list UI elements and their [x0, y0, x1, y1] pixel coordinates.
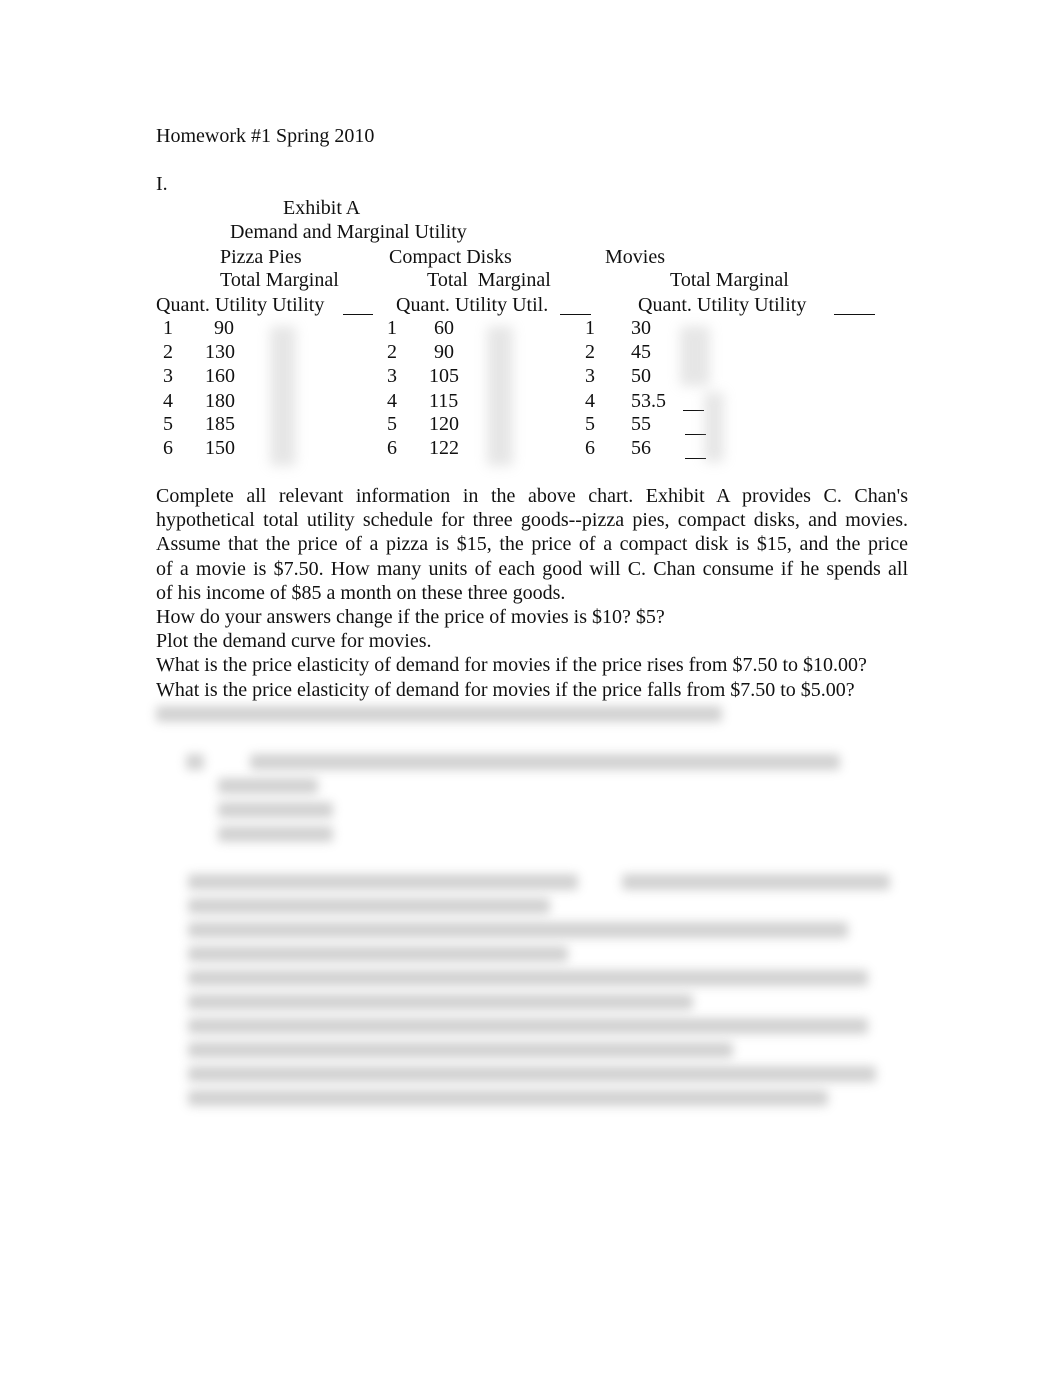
movies-answer-blank	[683, 396, 704, 411]
cd-quantity: 4	[387, 390, 397, 412]
movies-quantity: 5	[585, 413, 595, 435]
pizza-quantity: 2	[163, 341, 173, 363]
movies-total-utility: 50	[631, 365, 651, 387]
movies-total-utility: 53.5	[631, 390, 666, 412]
good-name-pizza: Pizza Pies	[220, 246, 302, 268]
pizza-total-utility: 150	[205, 437, 235, 459]
movies-answer-blank	[685, 444, 706, 459]
movies-quantity: 3	[585, 365, 595, 387]
movies-total-utility: 45	[631, 341, 651, 363]
paragraph-line: of a movie is $7.50. How many units of e…	[156, 557, 908, 580]
movies-total-utility: 30	[631, 317, 651, 339]
cd-header-line1: Total Marginal	[427, 269, 551, 291]
cd-total-utility: 122	[429, 437, 459, 459]
document-title: Homework #1 Spring 2010	[156, 125, 375, 147]
pizza-quantity: 5	[163, 413, 173, 435]
good-name-compact-disks: Compact Disks	[389, 246, 512, 268]
cd-quantity: 1	[387, 317, 397, 339]
pizza-blank-column-line	[343, 300, 373, 315]
pizza-total-utility: 160	[205, 365, 235, 387]
movies-quantity: 6	[585, 437, 595, 459]
exhibit-title: Exhibit A	[283, 197, 361, 219]
pizza-total-utility: 180	[205, 390, 235, 412]
good-name-movies: Movies	[605, 246, 665, 268]
pizza-quantity: 1	[163, 317, 173, 339]
movies-header-line2: Quant. Utility Utility	[638, 294, 807, 316]
pizza-header-line1: Total Marginal	[220, 269, 339, 291]
cd-quantity: 3	[387, 365, 397, 387]
cd-total-utility: 90	[434, 341, 454, 363]
exhibit-subtitle: Demand and Marginal Utility	[230, 221, 467, 243]
question: What is the price elasticity of demand f…	[156, 678, 855, 701]
question: What is the price elasticity of demand f…	[156, 654, 867, 677]
movies-total-utility: 56	[631, 437, 651, 459]
pizza-total-utility: 130	[205, 341, 235, 363]
pizza-total-utility: 90	[214, 317, 234, 339]
movies-quantity: 4	[585, 390, 595, 412]
question: How do your answers change if the price …	[156, 606, 665, 629]
pizza-quantity: 4	[163, 390, 173, 412]
paragraph-line: of his income of $85 a month on these th…	[156, 581, 566, 604]
cd-quantity: 5	[387, 413, 397, 435]
section-number: I.	[156, 173, 168, 195]
pizza-quantity: 3	[163, 365, 173, 387]
paragraph-line: Complete all relevant information in the…	[156, 485, 908, 507]
question: Plot the demand curve for movies.	[156, 630, 432, 653]
movies-quantity: 2	[585, 341, 595, 363]
cd-quantity: 6	[387, 437, 397, 459]
cd-header-line2: Quant. Utility Util.	[396, 294, 549, 316]
pizza-quantity: 6	[163, 437, 173, 459]
movies-answer-blank	[685, 420, 706, 435]
paragraph-line: hypothetical total utility schedule for …	[156, 509, 908, 532]
cd-total-utility: 115	[429, 390, 459, 412]
paragraph-line: Assume that the price of a pizza is $15,…	[156, 533, 908, 556]
movies-blank-column-line	[834, 300, 875, 315]
movies-quantity: 1	[585, 317, 595, 339]
cd-total-utility: 120	[429, 413, 459, 435]
cd-blank-column-line	[560, 300, 591, 315]
problem-paragraph: Complete all relevant information in the…	[156, 484, 908, 702]
cd-quantity: 2	[387, 341, 397, 363]
cd-total-utility: 105	[429, 365, 459, 387]
movies-header-line1: Total Marginal	[670, 269, 789, 291]
cd-total-utility: 60	[434, 317, 454, 339]
pizza-total-utility: 185	[205, 413, 235, 435]
pizza-header-line2: Quant. Utility Utility	[156, 294, 325, 316]
movies-total-utility: 55	[631, 413, 651, 435]
